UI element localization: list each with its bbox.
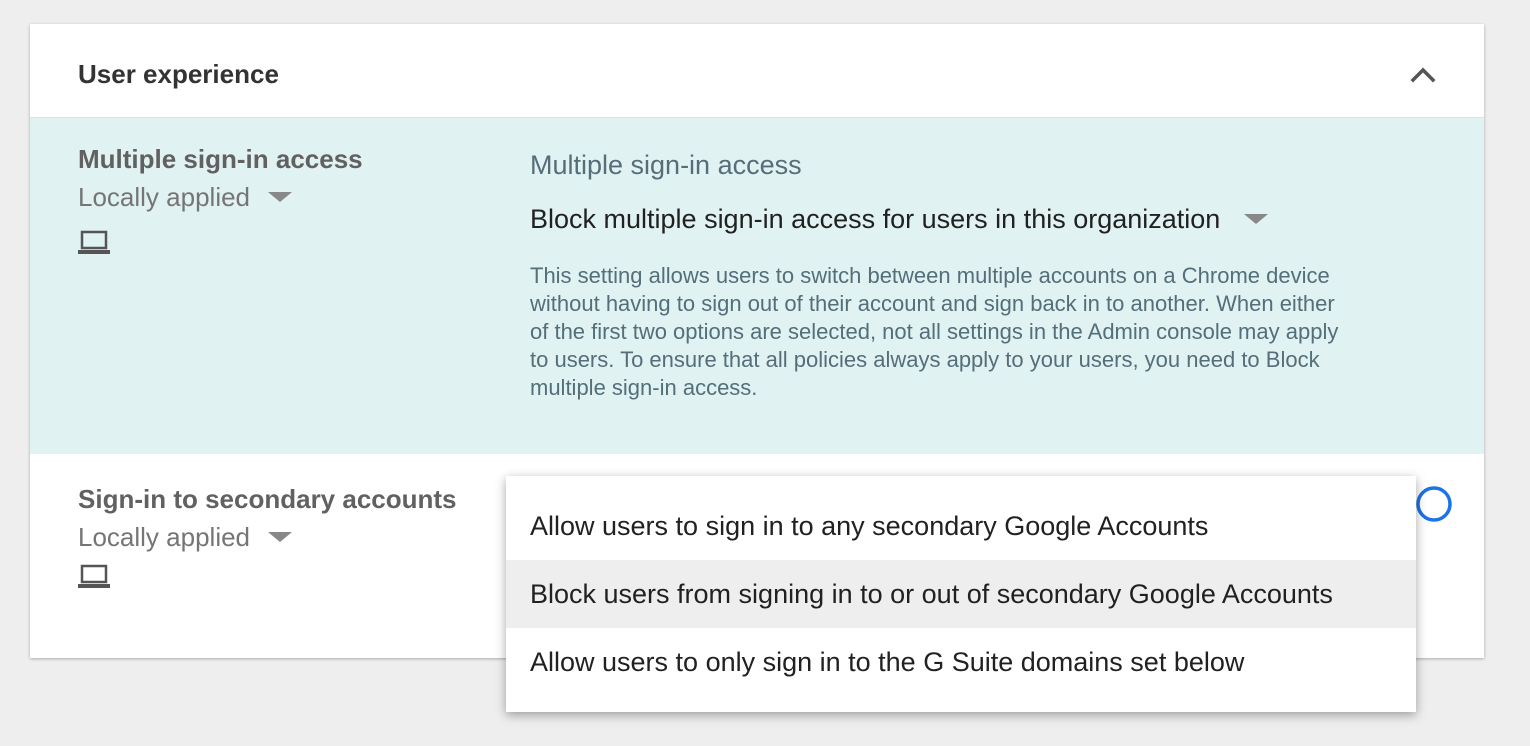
setting-name: Sign-in to secondary accounts	[78, 484, 457, 514]
inheritance-select[interactable]: Locally applied	[78, 522, 293, 553]
selected-value: Block multiple sign-in access for users …	[530, 204, 1221, 234]
setting-name: Multiple sign-in access	[78, 144, 363, 174]
multiple-sign-in-select[interactable]: Block multiple sign-in access for users …	[530, 204, 1269, 235]
section-header[interactable]: User experience	[30, 24, 1484, 118]
dropdown-option-block[interactable]: Block users from signing in to or out of…	[506, 560, 1416, 628]
setting-row-multiple-sign-in: Multiple sign-in access Locally applied …	[30, 118, 1484, 454]
dropdown-arrow-icon	[1244, 213, 1269, 224]
help-icon[interactable]	[1414, 484, 1454, 524]
dropdown-arrow-icon	[268, 192, 293, 203]
field-label: Multiple sign-in access	[530, 150, 802, 180]
dropdown-option-allow-gsuite[interactable]: Allow users to only sign in to the G Sui…	[506, 628, 1416, 696]
dropdown-arrow-icon	[268, 532, 293, 543]
setting-description: This setting allows users to switch betw…	[530, 263, 1339, 400]
dropdown-option-allow-any[interactable]: Allow users to sign in to any secondary …	[506, 492, 1416, 560]
laptop-icon	[78, 230, 110, 256]
inheritance-label: Locally applied	[78, 522, 251, 552]
inheritance-select[interactable]: Locally applied	[78, 182, 293, 213]
section-title: User experience	[78, 59, 279, 89]
chevron-up-icon[interactable]	[1406, 58, 1440, 92]
secondary-accounts-dropdown-menu: Allow users to sign in to any secondary …	[506, 476, 1416, 712]
laptop-icon	[78, 564, 110, 590]
inheritance-label: Locally applied	[78, 182, 251, 212]
